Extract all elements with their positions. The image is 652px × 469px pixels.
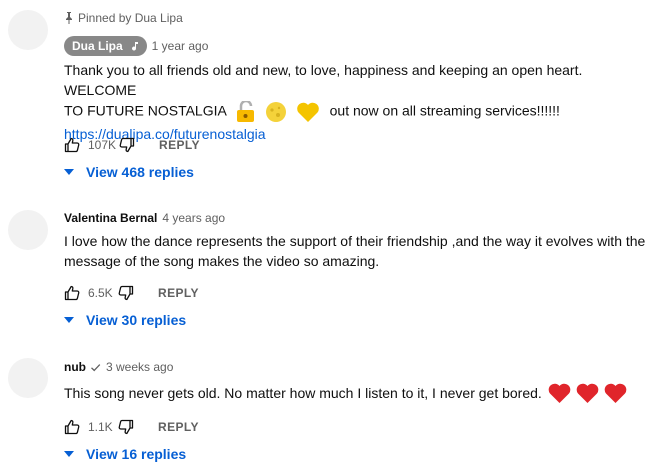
reply-button[interactable]: REPLY bbox=[158, 286, 199, 300]
caret-down-icon bbox=[64, 169, 74, 175]
comment-header: Dua Lipa 1 year ago bbox=[64, 36, 208, 56]
caret-down-icon bbox=[64, 451, 74, 457]
red-heart-emoji bbox=[548, 383, 571, 403]
pinned-label: Pinned by Dua Lipa bbox=[64, 11, 183, 25]
comment-text-line: Thank you to all friends old and new, to… bbox=[64, 62, 583, 98]
comment-text-line: TO FUTURE NOSTALGIA out now on all strea… bbox=[64, 100, 649, 124]
comment-text-fragment: out now on all streaming services!!!!!! bbox=[329, 102, 560, 119]
comment-text: I love how the dance represents the supp… bbox=[64, 231, 649, 271]
like-count: 107K bbox=[88, 138, 117, 152]
comment-text: This song never gets old. No matter how … bbox=[64, 380, 649, 406]
caret-down-icon bbox=[64, 317, 74, 323]
thumbs-up-icon[interactable] bbox=[64, 137, 80, 153]
view-replies-button[interactable]: View 16 replies bbox=[64, 446, 186, 462]
comment-text-fragment: TO FUTURE NOSTALGIA bbox=[64, 102, 227, 119]
comment-header: nub 3 weeks ago bbox=[64, 360, 173, 374]
red-heart-emoji bbox=[604, 383, 627, 403]
author-name[interactable]: nub bbox=[64, 360, 86, 374]
comment-text-line: I love how the dance represents the supp… bbox=[64, 233, 646, 249]
verified-check-icon bbox=[91, 363, 101, 371]
comment-text: Thank you to all friends old and new, to… bbox=[64, 60, 649, 144]
comment-text-line: message of the song makes the video so a… bbox=[64, 253, 380, 269]
music-note-icon bbox=[131, 42, 138, 51]
pinned-text: Pinned by Dua Lipa bbox=[78, 11, 183, 25]
comment-time[interactable]: 3 weeks ago bbox=[106, 360, 173, 374]
view-replies-label: View 16 replies bbox=[86, 446, 187, 462]
comment-time[interactable]: 4 years ago bbox=[162, 211, 225, 225]
avatar[interactable] bbox=[8, 10, 48, 50]
view-replies-button[interactable]: View 30 replies bbox=[64, 312, 186, 328]
comment-actions: 1.1K REPLY bbox=[64, 417, 199, 437]
comment-actions: 6.5K REPLY bbox=[64, 283, 199, 303]
author-name[interactable]: Valentina Bernal bbox=[64, 211, 157, 225]
lock-emoji bbox=[236, 101, 254, 122]
thumbs-down-icon[interactable] bbox=[118, 419, 134, 435]
view-replies-label: View 468 replies bbox=[86, 164, 194, 180]
pin-icon bbox=[66, 12, 72, 24]
comment-text-line: This song never gets old. No matter how … bbox=[64, 385, 542, 401]
author-chip[interactable]: Dua Lipa bbox=[64, 36, 147, 56]
reply-button[interactable]: REPLY bbox=[159, 138, 200, 152]
avatar[interactable] bbox=[8, 358, 48, 398]
thumbs-up-icon[interactable] bbox=[64, 419, 80, 435]
yellow-heart-emoji bbox=[296, 102, 319, 122]
avatar[interactable] bbox=[8, 210, 48, 250]
view-replies-label: View 30 replies bbox=[86, 312, 187, 328]
thumbs-down-icon[interactable] bbox=[118, 285, 134, 301]
like-count: 1.1K bbox=[88, 420, 113, 434]
reply-button[interactable]: REPLY bbox=[158, 420, 199, 434]
comment-thread-2: Valentina Bernal 4 years ago I love how … bbox=[0, 190, 652, 340]
comment-time[interactable]: 1 year ago bbox=[152, 39, 209, 53]
thumbs-up-icon[interactable] bbox=[64, 285, 80, 301]
comment-header: Valentina Bernal 4 years ago bbox=[64, 211, 225, 225]
comment-thread-1: Pinned by Dua Lipa Dua Lipa 1 year ago T… bbox=[0, 0, 652, 190]
like-count: 6.5K bbox=[88, 286, 113, 300]
author-name: Dua Lipa bbox=[72, 39, 123, 53]
comment-thread-3: nub 3 weeks ago This song never gets old… bbox=[0, 340, 652, 469]
red-heart-emoji bbox=[576, 383, 599, 403]
moon-emoji bbox=[265, 102, 286, 122]
thumbs-down-icon[interactable] bbox=[119, 137, 135, 153]
view-replies-button[interactable]: View 468 replies bbox=[64, 164, 194, 180]
comment-actions: 107K REPLY bbox=[64, 135, 200, 155]
